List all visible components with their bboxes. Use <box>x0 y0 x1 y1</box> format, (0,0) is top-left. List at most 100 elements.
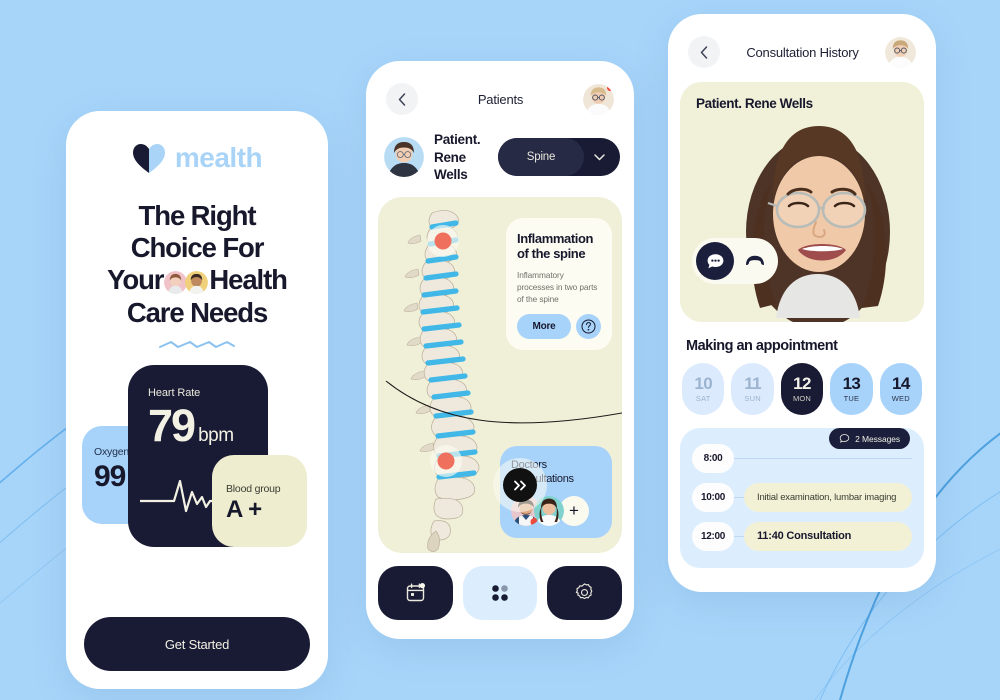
schedule-row-1200: 12:00 11:40 Consultation <box>680 518 924 554</box>
heart-rate-value: 79 <box>148 399 196 451</box>
chevron-left-icon <box>700 45 708 59</box>
diagnosis-description: Inflammatory processes in two parts of t… <box>517 269 598 304</box>
date-option-11[interactable]: 11 SUN <box>731 363 774 415</box>
date-option-10[interactable]: 10 SAT <box>682 363 725 415</box>
patients-screen: Patients Patient. Rene Wells Spine Infla… <box>366 61 634 639</box>
bottom-tabbar <box>366 553 634 620</box>
blood-group-value: A + <box>226 495 262 523</box>
phone-hangup-icon <box>746 255 764 265</box>
schedule-row-0800: 8:00 2 Messages <box>680 428 924 476</box>
avatar-man <box>185 271 209 295</box>
diagnosis-title-line-2: of the spine <box>517 246 586 262</box>
schedule-time: 12:00 <box>692 521 734 551</box>
page-title: The Right Choice For Your Health Care Ne… <box>80 200 314 329</box>
get-started-button[interactable]: Get Started <box>84 617 310 671</box>
calendar-icon <box>406 583 425 602</box>
headline-line-3-b: Health <box>209 264 288 296</box>
diagnosis-title: Inflammation of the spine <box>517 231 601 262</box>
page-title: Consultation History <box>746 44 859 60</box>
date-option-14[interactable]: 14 WED <box>879 363 923 415</box>
video-call-title: Patient. Rene Wells <box>696 96 813 111</box>
heart-rate-label: Heart Rate <box>148 386 201 399</box>
doctor-avatar[interactable] <box>885 36 916 68</box>
date-weekday: MON <box>792 394 812 404</box>
patient-label: Patient. <box>434 132 481 147</box>
condition-selector-value: Spine <box>498 138 584 177</box>
patients-header: Patients <box>366 61 634 115</box>
consultation-history-screen: Consultation History Patient. Rene Wells <box>668 14 936 592</box>
date-weekday: SAT <box>695 394 711 404</box>
avatar-woman <box>164 271 188 295</box>
chat-bubble-icon <box>707 253 723 268</box>
date-number: 14 <box>891 373 910 393</box>
headline-line-4: Care Needs <box>126 296 268 328</box>
date-picker: 10 SAT 11 SUN 12 MON 13 TUE 14 WED <box>668 354 936 415</box>
chat-button[interactable] <box>696 242 734 280</box>
page-title: Patients <box>477 91 524 107</box>
double-chevron-right-icon <box>513 480 526 490</box>
headline-line-3-a: Your <box>107 264 164 296</box>
patient-name: Rene Wells <box>434 149 468 183</box>
more-button[interactable]: More <box>517 313 571 339</box>
question-mark-icon <box>581 319 596 334</box>
tab-dashboard[interactable] <box>462 565 538 620</box>
app-logo-text: mealth <box>174 142 263 173</box>
schedule-timeline: 8:00 2 Messages 10:00 Initial examinatio… <box>680 428 924 568</box>
schedule-time: 10:00 <box>692 482 734 512</box>
patient-video-feed <box>680 82 924 322</box>
video-call-card: Patient. Rene Wells <box>680 82 924 322</box>
heart-icon <box>132 143 165 173</box>
call-controls <box>692 238 778 284</box>
headline-line-2: Choice For <box>130 232 265 264</box>
app-logo: mealth <box>66 142 328 174</box>
date-number: 13 <box>842 373 861 393</box>
blood-group-card[interactable]: Blood group A + <box>212 454 307 547</box>
avatar-image <box>885 36 916 68</box>
gear-icon <box>575 583 593 600</box>
schedule-time: 8:00 <box>692 443 734 473</box>
headline-line-1: The Right <box>138 200 257 231</box>
doctor-avatar-2[interactable] <box>534 495 564 526</box>
messages-badge[interactable]: 2 Messages <box>829 428 910 449</box>
inline-avatar-group <box>164 271 209 295</box>
schedule-event[interactable]: Initial examination, lumbar imaging <box>744 482 912 512</box>
messages-badge-label: 2 Messages <box>855 433 900 444</box>
tab-calendar[interactable] <box>378 565 453 620</box>
date-number: 11 <box>744 373 761 393</box>
schedule-event[interactable]: 11:40 Consultation <box>744 521 912 551</box>
end-call-button[interactable] <box>736 242 774 280</box>
schedule-connector <box>734 457 744 459</box>
chat-bubble-icon <box>839 434 850 443</box>
consultation-header: Consultation History <box>668 14 936 68</box>
date-option-12[interactable]: 12 MON <box>780 363 824 415</box>
next-button[interactable] <box>503 468 537 502</box>
condition-selector[interactable]: Spine <box>498 138 620 177</box>
health-metrics: Oxygen 99 Heart Rate 79 bpm Blood group A… <box>66 364 328 555</box>
chevron-down-icon <box>584 154 614 161</box>
date-option-13[interactable]: 13 TUE <box>830 363 873 415</box>
schedule-connector <box>734 496 744 498</box>
spine-illustration-card: Inflammation of the spine Inflammatory p… <box>378 196 622 553</box>
back-button[interactable] <box>688 36 720 68</box>
patient-row: Patient. Rene Wells Spine <box>366 115 634 184</box>
onboarding-screen: mealth The Right Choice For Your Health … <box>66 111 328 689</box>
heart-rate-unit: bpm <box>198 424 234 446</box>
date-weekday: TUE <box>843 394 860 404</box>
schedule-empty-slot[interactable] <box>744 457 912 459</box>
schedule-connector <box>734 535 744 537</box>
patient-name-block: Patient. Rene Wells <box>434 131 488 184</box>
back-button[interactable] <box>386 83 418 115</box>
tab-settings[interactable] <box>547 565 623 620</box>
date-number: 10 <box>694 373 713 393</box>
avatar-image <box>384 137 424 178</box>
diagnosis-card: Inflammation of the spine Inflammatory p… <box>506 217 612 350</box>
diagnosis-title-line-1: Inflammation <box>517 230 594 246</box>
grid-icon <box>492 584 508 601</box>
doctor-avatar[interactable] <box>583 83 614 115</box>
patient-avatar[interactable] <box>384 137 424 178</box>
date-weekday: SUN <box>744 394 761 404</box>
chevron-left-icon <box>398 92 406 106</box>
date-number: 12 <box>793 373 811 393</box>
schedule-row-1000: 10:00 Initial examination, lumbar imagin… <box>680 479 924 515</box>
help-button[interactable] <box>576 313 601 339</box>
